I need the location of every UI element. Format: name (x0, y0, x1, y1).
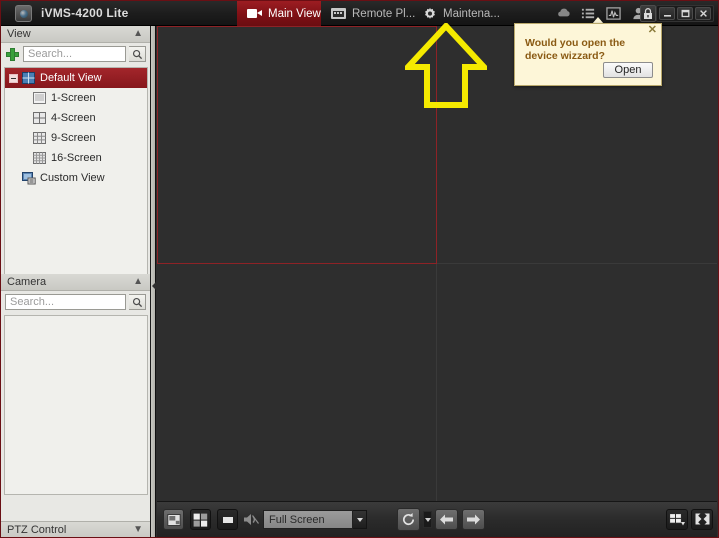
tab-main-view-label: Main View (268, 7, 321, 20)
view-panel-title: View (7, 28, 31, 40)
camera-search-input[interactable]: Search... (5, 294, 126, 310)
camera-panel: Camera ▲ Search... PTZ Control ▼ (1, 274, 150, 537)
ptz-panel-title: PTZ Control (7, 524, 67, 536)
gear-icon (423, 7, 437, 21)
video-camera-icon (247, 8, 262, 19)
film-strip-icon (331, 8, 346, 19)
left-sidebar: View ▲ Search... Default View 1-Screen 4… (1, 26, 151, 537)
tree-item-label: Custom View (40, 172, 105, 184)
stop-all-live-view-button[interactable] (217, 509, 238, 530)
tree-item-4-screen[interactable]: 4-Screen (5, 108, 147, 128)
camera-search-button[interactable] (129, 294, 146, 310)
close-icon[interactable] (695, 7, 711, 20)
open-wizard-button[interactable]: Open (603, 62, 653, 78)
cloud-icon[interactable] (556, 6, 571, 21)
ivms-application-window: iVMS-4200 Lite Main View Remote Pl... Ma… (0, 0, 719, 538)
add-view-button[interactable] (5, 47, 20, 62)
video-pane-4[interactable] (437, 263, 717, 501)
chevron-down-icon[interactable]: ▼ (133, 524, 143, 535)
activity-chart-icon[interactable] (606, 6, 621, 21)
tree-item-label: 16-Screen (51, 152, 102, 164)
ptz-panel-header[interactable]: PTZ Control ▼ (1, 521, 150, 537)
tree-item-custom-view[interactable]: Custom View (5, 168, 147, 188)
tree-item-1-screen[interactable]: 1-Screen (5, 88, 147, 108)
collapse-expander-icon[interactable] (9, 73, 18, 83)
tree-item-label: 4-Screen (51, 112, 96, 124)
capture-picture-button[interactable] (163, 509, 184, 530)
tree-item-default-view[interactable]: Default View (5, 68, 147, 88)
tree-item-label: Default View (40, 72, 102, 84)
lock-icon[interactable] (640, 5, 656, 22)
window-controls (656, 5, 714, 22)
tab-remote-playback-label: Remote Pl... (352, 7, 416, 20)
next-page-button[interactable] (462, 509, 485, 530)
custom-view-icon (22, 172, 36, 185)
layout-selector-button[interactable] (666, 509, 688, 530)
grid-view-icon (22, 72, 35, 84)
tree-item-16-screen[interactable]: 16-Screen (5, 148, 147, 168)
popup-message: Would you open the device wizzard? (525, 37, 626, 62)
device-wizard-popup: ✕ Would you open the device wizzard? Ope… (514, 23, 662, 86)
camera-search-row: Search... (1, 291, 150, 314)
view-search-row: Search... (1, 43, 150, 66)
refresh-dropdown-button[interactable] (423, 511, 432, 528)
tree-item-label: 9-Screen (51, 132, 96, 144)
camera-panel-header[interactable]: Camera ▲ (1, 274, 150, 291)
chevron-up-icon[interactable]: ▲ (133, 277, 143, 287)
view-tree: Default View 1-Screen 4-Screen 9-Screen (4, 67, 148, 282)
previous-page-button[interactable] (435, 509, 458, 530)
view-search-input[interactable]: Search... (23, 46, 126, 62)
camera-panel-title: Camera (7, 276, 47, 288)
tab-main-view[interactable]: Main View (237, 1, 321, 26)
bottom-toolbar: Full Screen (157, 501, 717, 537)
tree-item-label: 1-Screen (51, 92, 96, 104)
app-title: iVMS-4200 Lite (41, 6, 129, 20)
video-pane-3[interactable] (157, 263, 437, 501)
video-pane-1[interactable] (157, 26, 437, 264)
restore-icon[interactable] (677, 7, 693, 20)
tab-maintenance[interactable]: Maintena... (413, 1, 507, 26)
screen-9-icon (33, 132, 46, 144)
screen-1-icon (33, 92, 46, 104)
tree-item-9-screen[interactable]: 9-Screen (5, 128, 147, 148)
sidebar-collapse-handle[interactable] (151, 281, 156, 290)
fullscreen-button[interactable] (691, 509, 713, 530)
tab-maintenance-label: Maintena... (443, 7, 500, 20)
minimize-icon[interactable] (659, 7, 675, 20)
live-view-area (157, 26, 717, 501)
video-pane-grid (157, 26, 717, 501)
screen-mode-select[interactable]: Full Screen (263, 510, 353, 529)
tab-remote-playback[interactable]: Remote Pl... (321, 1, 416, 26)
chevron-down-icon[interactable] (353, 510, 367, 529)
mute-audio-button[interactable] (241, 509, 262, 530)
screen-16-icon (33, 152, 46, 164)
camera-list[interactable] (4, 315, 148, 495)
window-division-button[interactable] (190, 509, 211, 530)
view-search-button[interactable] (129, 46, 146, 62)
screen-4-icon (33, 112, 46, 124)
refresh-button[interactable] (397, 508, 420, 531)
close-icon[interactable]: ✕ (648, 25, 657, 36)
chevron-up-icon[interactable]: ▲ (133, 29, 143, 39)
camera-logo-icon (15, 5, 32, 22)
view-panel-header[interactable]: View ▲ (1, 26, 150, 43)
sidebar-splitter[interactable] (151, 26, 156, 537)
